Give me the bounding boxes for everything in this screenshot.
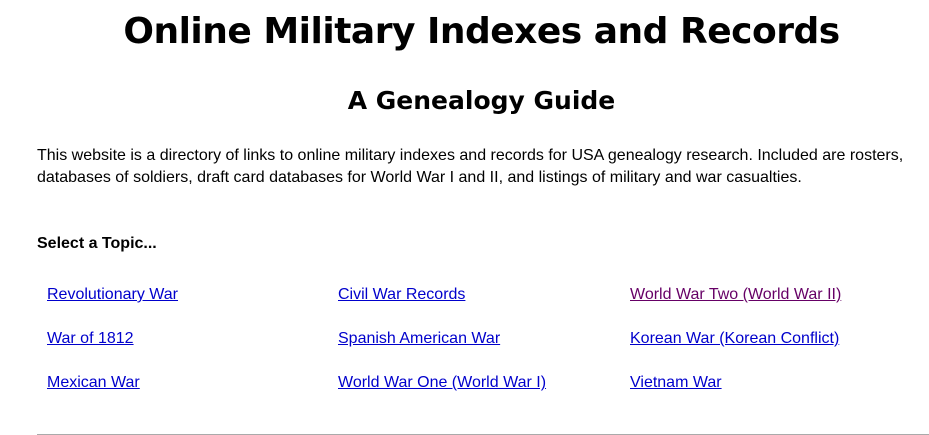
topic-link-world-war-two[interactable]: World War Two (World War II) bbox=[630, 284, 841, 306]
topic-row: Mexican War World War One (World War I) … bbox=[47, 372, 917, 416]
topic-row: War of 1812 Spanish American War Korean … bbox=[47, 328, 917, 372]
topic-link-mexican-war[interactable]: Mexican War bbox=[47, 372, 140, 394]
topic-link-war-of-1812[interactable]: War of 1812 bbox=[47, 328, 134, 350]
page: Online Military Indexes and Records A Ge… bbox=[0, 0, 929, 435]
select-topic-heading: Select a Topic... bbox=[37, 235, 157, 252]
topic-row: Revolutionary War Civil War Records Worl… bbox=[47, 284, 917, 328]
topic-link-civil-war-records[interactable]: Civil War Records bbox=[338, 284, 465, 306]
intro-paragraph: This website is a directory of links to … bbox=[37, 147, 904, 186]
topic-links-grid: Revolutionary War Civil War Records Worl… bbox=[47, 284, 917, 416]
page-subtitle: A Genealogy Guide bbox=[347, 86, 616, 115]
page-title: Online Military Indexes and Records bbox=[123, 11, 840, 52]
topic-link-world-war-one[interactable]: World War One (World War I) bbox=[338, 372, 546, 394]
topic-link-vietnam-war[interactable]: Vietnam War bbox=[630, 372, 722, 394]
topic-link-revolutionary-war[interactable]: Revolutionary War bbox=[47, 284, 178, 306]
topic-link-korean-war[interactable]: Korean War (Korean Conflict) bbox=[630, 328, 839, 350]
topic-link-spanish-american-war[interactable]: Spanish American War bbox=[338, 328, 500, 350]
